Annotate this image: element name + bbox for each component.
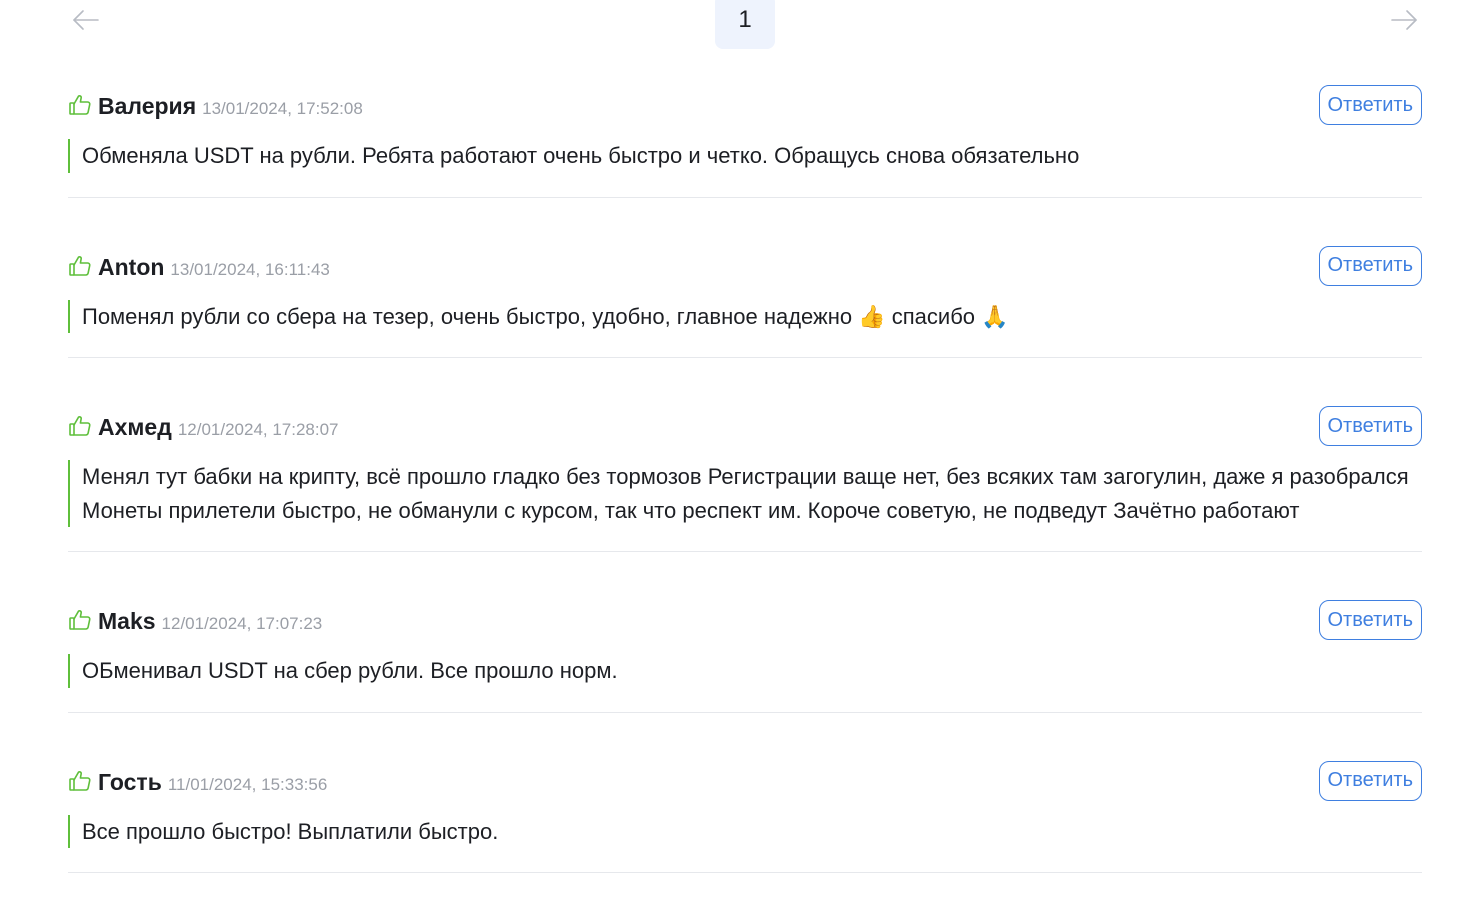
review-header: Гость 11/01/2024, 15:33:56 Ответить xyxy=(68,760,1422,801)
review-date: 13/01/2024, 16:11:43 xyxy=(170,259,330,279)
review-author: Anton 13/01/2024, 16:11:43 xyxy=(98,254,330,281)
review-header: Maks 12/01/2024, 17:07:23 Ответить xyxy=(68,600,1422,640)
reply-button[interactable]: Ответить xyxy=(1318,85,1422,125)
review-header: Ахмед 12/01/2024, 17:28:07 Ответить xyxy=(68,406,1422,446)
thumbs-up-icon xyxy=(68,769,92,793)
review-text: Все прошло быстро! Выплатили быстро. xyxy=(68,814,1422,848)
review-author: Гость 11/01/2024, 15:33:56 xyxy=(98,769,327,796)
review-date: 12/01/2024, 17:07:23 xyxy=(161,614,323,633)
pagination: 1 xyxy=(0,0,1462,50)
review-author: Ахмед 12/01/2024, 17:28:07 xyxy=(98,414,339,441)
review-header: Anton 13/01/2024, 16:11:43 Ответить xyxy=(68,245,1422,286)
author-name: Ахмед xyxy=(98,414,172,440)
review-text: Обменяла USDT на рубли. Ребята работают … xyxy=(68,139,1422,173)
author-name: Anton xyxy=(98,253,165,280)
reply-button[interactable]: Ответить xyxy=(1318,406,1422,446)
review-item: Anton 13/01/2024, 16:11:43 Ответить Помен… xyxy=(68,224,1422,358)
review-text: Поменял рубли со сбера на тезер, очень б… xyxy=(68,299,1422,333)
reply-button[interactable]: Ответить xyxy=(1318,600,1422,640)
author-name: Валерия xyxy=(98,93,197,119)
review-text: Менял тут бабки на крипту, всё прошло гл… xyxy=(68,460,1422,527)
thumbs-up-icon xyxy=(68,414,92,438)
review-date: 11/01/2024, 15:33:56 xyxy=(167,774,328,794)
review-author: Maks 12/01/2024, 17:07:23 xyxy=(98,608,322,635)
author-name: Гость xyxy=(98,768,162,795)
review-item: Валерия 13/01/2024, 17:52:08 Ответить Обм… xyxy=(68,63,1422,198)
arrow-right-icon[interactable] xyxy=(1388,4,1420,36)
reply-button[interactable]: Ответить xyxy=(1318,760,1422,801)
review-text: ОБменивал USDT на сбер рубли. Все прошло… xyxy=(68,654,1422,688)
review-item: Гость 11/01/2024, 15:33:56 Ответить Все п… xyxy=(68,739,1422,873)
arrow-left-icon[interactable] xyxy=(70,4,102,36)
thumbs-up-icon xyxy=(68,93,92,117)
reply-button[interactable]: Ответить xyxy=(1318,245,1422,286)
review-list: Валерия 13/01/2024, 17:52:08 Ответить Обм… xyxy=(68,63,1422,873)
thumbs-up-icon xyxy=(68,254,92,278)
review-header: Валерия 13/01/2024, 17:52:08 Ответить xyxy=(68,85,1422,125)
review-item: Maks 12/01/2024, 17:07:23 Ответить ОБмени… xyxy=(68,578,1422,713)
review-item: Ахмед 12/01/2024, 17:28:07 Ответить Менял… xyxy=(68,384,1422,552)
thumbs-up-icon xyxy=(68,608,92,632)
review-author: Валерия 13/01/2024, 17:52:08 xyxy=(98,93,363,120)
review-date: 12/01/2024, 17:28:07 xyxy=(177,420,339,439)
page-number-current[interactable]: 1 xyxy=(715,0,775,49)
author-name: Maks xyxy=(98,608,156,634)
review-date: 13/01/2024, 17:52:08 xyxy=(202,99,363,118)
